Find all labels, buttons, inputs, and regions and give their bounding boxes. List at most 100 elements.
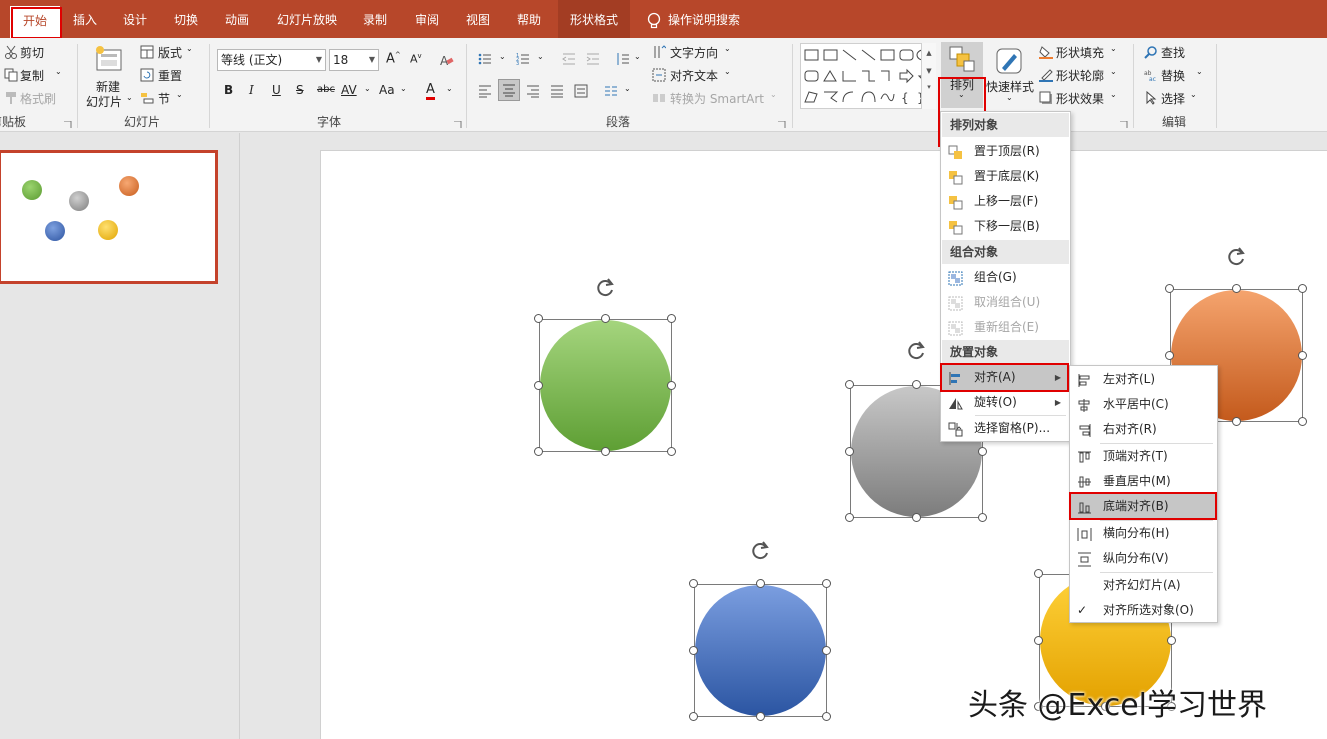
- resize-handle[interactable]: [1298, 417, 1307, 426]
- shapes-gallery[interactable]: {}: [800, 43, 936, 109]
- shape-fill-dropdown[interactable]: ⌄: [1110, 44, 1117, 53]
- resize-handle[interactable]: [1034, 635, 1043, 645]
- layout-dropdown[interactable]: ⌄: [186, 44, 193, 53]
- send-backward-item[interactable]: 下移一层(B): [942, 214, 1069, 239]
- resize-handle[interactable]: [1165, 284, 1174, 293]
- resize-handle[interactable]: [845, 446, 854, 456]
- strikethrough-button[interactable]: S: [296, 83, 304, 97]
- resize-handle[interactable]: [755, 579, 765, 588]
- rotate-handle-icon[interactable]: [1226, 245, 1248, 267]
- resize-handle[interactable]: [845, 380, 854, 389]
- new-slide-dropdown[interactable]: ⌄: [126, 93, 133, 102]
- font-size-combo[interactable]: 18 ▼: [329, 49, 379, 71]
- regroup-item[interactable]: 重新组合(E): [942, 315, 1069, 340]
- bullets-dropdown[interactable]: ⌄: [499, 52, 506, 61]
- rotate-handle-icon[interactable]: [906, 339, 928, 361]
- columns-dropdown[interactable]: ⌄: [624, 84, 631, 93]
- resize-handle[interactable]: [534, 380, 543, 390]
- font-color-dropdown[interactable]: ⌄: [446, 84, 453, 93]
- resize-handle[interactable]: [822, 579, 831, 588]
- tab-slideshow[interactable]: 幻灯片放映: [266, 0, 348, 38]
- shape-effects-dropdown[interactable]: ⌄: [1110, 90, 1117, 99]
- resize-handle[interactable]: [1034, 569, 1043, 578]
- resize-handle[interactable]: [667, 380, 676, 390]
- distribute-horizontal-item[interactable]: 横向分布(H): [1071, 521, 1216, 546]
- change-case-dropdown[interactable]: ⌄: [400, 84, 407, 93]
- find-button[interactable]: 查找: [1161, 44, 1185, 61]
- align-right-item[interactable]: 右对齐(R): [1071, 417, 1216, 442]
- reset-button[interactable]: 重置: [158, 67, 182, 84]
- align-text-dropdown[interactable]: ⌄: [724, 67, 731, 76]
- resize-handle[interactable]: [667, 447, 676, 456]
- justify-icon[interactable]: [550, 84, 564, 98]
- align-center-item[interactable]: 水平居中(C): [1071, 392, 1216, 417]
- arrange-button[interactable]: 排列 ⌄: [941, 42, 983, 108]
- bullets-icon[interactable]: [478, 52, 492, 66]
- dialog-launcher-icon[interactable]: [1120, 118, 1128, 128]
- select-dropdown[interactable]: ⌄: [1190, 90, 1197, 99]
- dialog-launcher-icon[interactable]: [64, 118, 72, 128]
- tab-record[interactable]: 录制: [352, 0, 398, 38]
- tell-me-search[interactable]: 操作说明搜索: [668, 0, 752, 38]
- align-to-slide-item[interactable]: 对齐幻灯片(A): [1071, 573, 1216, 598]
- resize-handle[interactable]: [689, 712, 698, 721]
- tab-design[interactable]: 设计: [112, 0, 158, 38]
- resize-handle[interactable]: [755, 712, 765, 721]
- decrease-font-icon[interactable]: Av: [410, 52, 422, 66]
- convert-smartart-button[interactable]: 转换为 SmartArt: [670, 90, 764, 107]
- copy-button[interactable]: 复制: [20, 67, 44, 84]
- resize-handle[interactable]: [600, 447, 610, 456]
- resize-handle[interactable]: [1298, 284, 1307, 293]
- shapes-gallery-scroll[interactable]: ▲ ▼ ▾: [921, 43, 936, 109]
- columns-icon[interactable]: [604, 84, 618, 98]
- ungroup-item[interactable]: 取消组合(U): [942, 290, 1069, 315]
- align-text-button[interactable]: 对齐文本: [670, 67, 718, 84]
- resize-handle[interactable]: [534, 314, 543, 323]
- rotate-handle-icon[interactable]: [750, 539, 772, 561]
- decrease-indent-icon[interactable]: [562, 52, 576, 66]
- line-spacing-dropdown[interactable]: ⌄: [634, 52, 641, 61]
- cut-button[interactable]: 剪切: [20, 44, 44, 61]
- clear-format-icon[interactable]: A: [440, 53, 454, 68]
- resize-handle[interactable]: [600, 314, 610, 323]
- tab-review[interactable]: 审阅: [404, 0, 450, 38]
- align-top-item[interactable]: 顶端对齐(T): [1071, 444, 1216, 469]
- resize-handle[interactable]: [911, 513, 921, 522]
- smartart-dropdown[interactable]: ⌄: [770, 90, 777, 99]
- bring-to-front-item[interactable]: 置于顶层(R): [942, 139, 1069, 164]
- resize-handle[interactable]: [534, 447, 543, 456]
- change-case-button[interactable]: Aa: [379, 83, 395, 97]
- line-spacing-icon[interactable]: [616, 52, 630, 66]
- font-color-button[interactable]: A: [426, 82, 435, 100]
- shape-effects-button[interactable]: 形状效果: [1056, 90, 1104, 107]
- resize-handle[interactable]: [689, 579, 698, 588]
- rotate-submenu-item[interactable]: 旋转(O) ▶: [942, 390, 1069, 415]
- increase-indent-icon[interactable]: [586, 52, 600, 66]
- resize-handle[interactable]: [845, 513, 854, 522]
- resize-handle[interactable]: [1231, 417, 1241, 426]
- resize-handle[interactable]: [911, 380, 921, 389]
- bold-button[interactable]: B: [224, 83, 233, 97]
- resize-handle[interactable]: [822, 712, 831, 721]
- group-item[interactable]: 组合(G): [942, 265, 1069, 290]
- small-caps-button[interactable]: abc: [317, 84, 335, 95]
- tab-insert[interactable]: 插入: [62, 0, 108, 38]
- bring-forward-item[interactable]: 上移一层(F): [942, 189, 1069, 214]
- layout-button[interactable]: 版式: [158, 44, 182, 61]
- align-bottom-item[interactable]: 底端对齐(B): [1071, 494, 1216, 519]
- numbering-icon[interactable]: 123: [516, 52, 530, 67]
- new-slide-label-2[interactable]: 幻灯片: [86, 93, 122, 110]
- text-direction-dropdown[interactable]: ⌄: [724, 44, 731, 53]
- tab-view[interactable]: 视图: [455, 0, 501, 38]
- select-button[interactable]: 选择: [1161, 90, 1185, 107]
- replace-button[interactable]: 替换: [1161, 67, 1185, 84]
- tab-shape-format[interactable]: 形状格式: [558, 0, 630, 38]
- resize-handle[interactable]: [978, 446, 987, 456]
- dialog-launcher-icon[interactable]: [778, 118, 786, 128]
- rotate-handle-icon[interactable]: [595, 276, 617, 298]
- align-left-icon[interactable]: [478, 84, 492, 98]
- resize-handle[interactable]: [667, 314, 676, 323]
- resize-handle[interactable]: [1231, 284, 1241, 293]
- resize-handle[interactable]: [1298, 350, 1307, 360]
- resize-handle[interactable]: [689, 645, 698, 655]
